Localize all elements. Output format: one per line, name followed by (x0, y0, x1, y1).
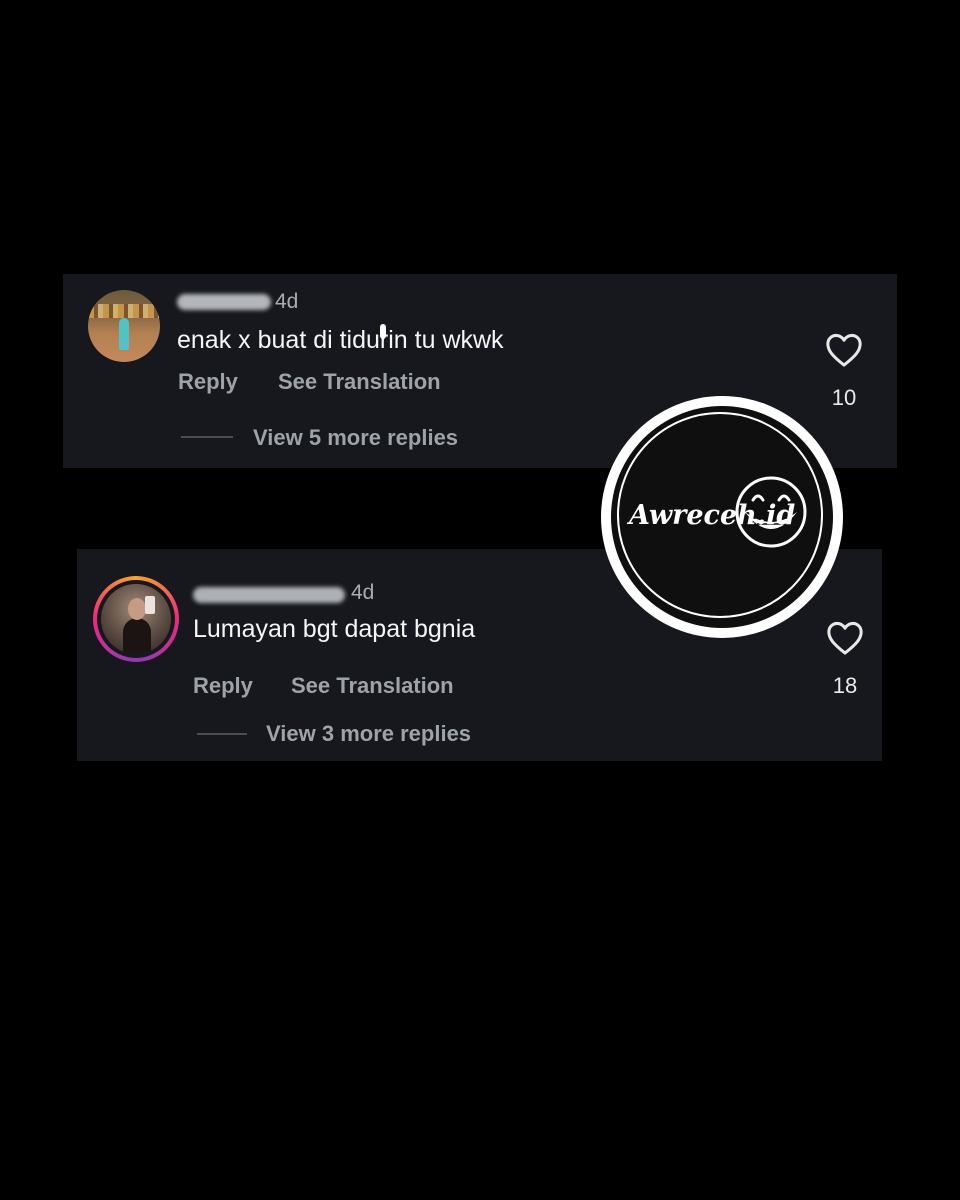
username-blurred[interactable] (177, 294, 271, 310)
reply-button[interactable]: Reply (178, 369, 238, 395)
reply-button[interactable]: Reply (193, 673, 253, 699)
heart-icon[interactable] (825, 332, 863, 368)
text-cursor-icon (380, 324, 386, 339)
avatar-head (128, 598, 146, 620)
view-more-replies-button[interactable]: View 3 more replies (266, 721, 471, 747)
comment-text: enak x buat di tidurin tu wkwk (177, 326, 504, 354)
see-translation-button[interactable]: See Translation (278, 369, 441, 395)
like-count: 18 (832, 673, 858, 698)
avatar-figure (123, 618, 151, 654)
avatar[interactable] (101, 584, 171, 654)
avatar-background-stands (88, 304, 160, 318)
like-count: 10 (831, 385, 857, 410)
comment-timestamp: 4d (275, 290, 299, 313)
avatar[interactable] (88, 290, 160, 362)
see-translation-button[interactable]: See Translation (291, 673, 454, 699)
replies-divider (197, 733, 247, 735)
avatar-figure (119, 318, 129, 350)
watermark-disc: Awreceh.id (611, 406, 833, 628)
view-more-replies-button[interactable]: View 5 more replies (253, 425, 458, 451)
username-blurred[interactable] (193, 587, 345, 603)
story-ring[interactable] (93, 576, 179, 662)
comment-text: Lumayan bgt dapat bgnia (193, 615, 476, 643)
replies-divider (181, 436, 233, 438)
watermark-logo: Awreceh.id (601, 396, 843, 638)
comment-timestamp: 4d (351, 581, 375, 604)
watermark-text: Awreceh.id (629, 500, 796, 531)
avatar-phone (145, 596, 155, 614)
heart-icon[interactable] (826, 620, 864, 656)
